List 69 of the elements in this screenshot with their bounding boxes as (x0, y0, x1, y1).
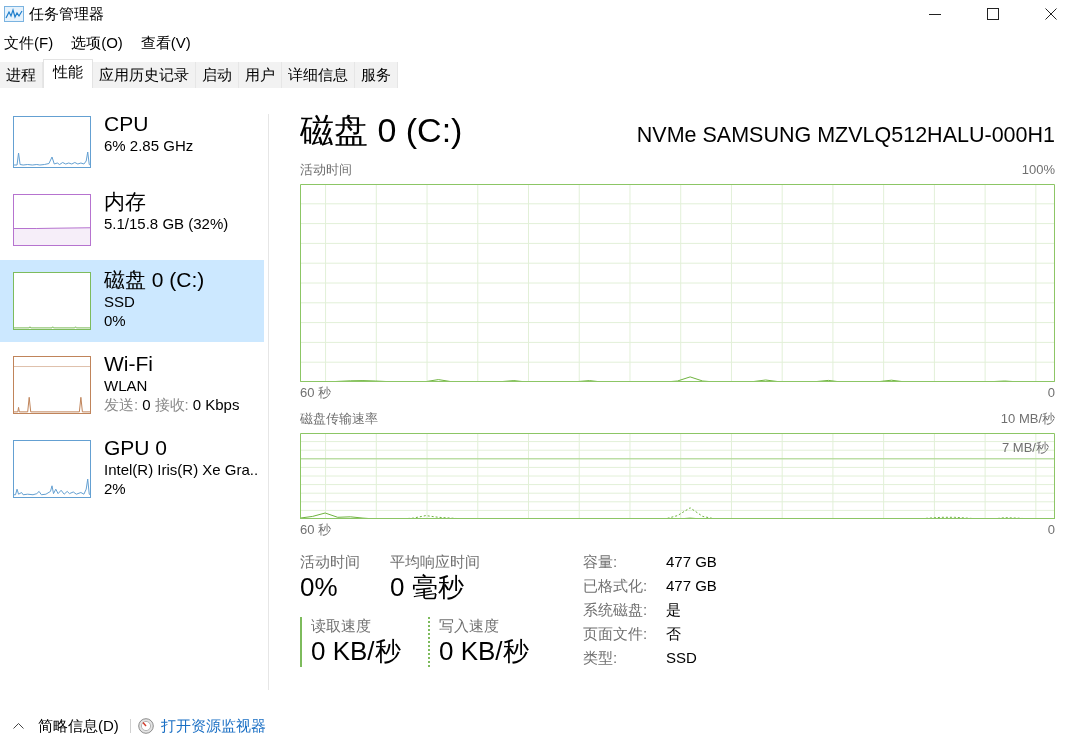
sidebar-item[interactable]: GPU 0 Intel(R) Iris(R) Xe Gra.. 2% (0, 428, 264, 510)
item-detail: 6% 2.85 GHz (104, 136, 194, 155)
menu-item[interactable]: 查看(V) (136, 31, 195, 55)
property-value: 是 (666, 600, 682, 620)
property-label: 页面文件: (583, 624, 649, 644)
property-label: 已格式化: (583, 576, 649, 596)
chevron-up-icon (13, 723, 24, 729)
item-title: CPU (104, 111, 150, 136)
tab[interactable]: 用户 (239, 62, 282, 88)
disk-title: 磁盘 0 (C:) (300, 110, 463, 151)
property-value: 477 GB (666, 576, 717, 596)
item-title: Wi-Fi (104, 351, 154, 376)
item-detail: 5.1/15.8 GB (32%) (104, 214, 229, 233)
time-label: 0 (1047, 522, 1055, 538)
property-value: 否 (666, 624, 682, 644)
tab[interactable]: 服务 (355, 62, 398, 88)
time-label: 0 (1047, 385, 1055, 401)
stat-value: 0 毫秒 (390, 571, 465, 603)
scale-label: 7 MB/秒 (1002, 439, 1049, 456)
stat-label: 活动时间 (300, 553, 361, 571)
speed-label: 读取速度 (311, 617, 372, 635)
tab[interactable]: 应用历史记录 (93, 62, 196, 88)
rate-value: 0 Kbps (192, 395, 240, 414)
close-icon (1045, 8, 1057, 20)
sidebar-item[interactable]: 磁盘 0 (C:) SSD 0% (0, 260, 264, 342)
time-label: 60 秒 (300, 385, 332, 401)
tab[interactable]: 性能 (43, 59, 93, 88)
tab[interactable]: 进程 (0, 62, 43, 88)
item-detail: Intel(R) Iris(R) Xe Gra.. (104, 460, 259, 479)
item-detail: 2% (104, 479, 127, 498)
item-detail: 0% (104, 311, 127, 330)
property-label: 类型: (583, 648, 619, 668)
scale-label: 100% (1021, 161, 1055, 179)
chart-icon (4, 6, 24, 22)
sidebar-item[interactable]: CPU 6% 2.85 GHz (0, 104, 264, 180)
time-label: 60 秒 (300, 522, 332, 538)
window-title: 任务管理器 (29, 4, 104, 24)
stat-label: 平均响应时间 (390, 553, 480, 571)
rate-label: 接收: (154, 395, 189, 414)
property-label: 容量: (583, 552, 619, 572)
tab[interactable]: 启动 (196, 62, 239, 88)
sidebar-item[interactable]: 内存 5.1/15.8 GB (32%) (0, 182, 264, 258)
resource-monitor-link[interactable]: 打开资源监视器 (137, 716, 266, 736)
minimize-icon (929, 13, 941, 15)
graph-title: 磁盘传输速率 (300, 410, 378, 428)
menu-item[interactable]: 选项(O) (67, 31, 127, 55)
disk-model: NVMe SAMSUNG MZVLQ512HALU-000H1 (636, 123, 1055, 148)
speed-label: 写入速度 (439, 617, 500, 635)
property-value: 477 GB (666, 552, 717, 572)
property-label: 系统磁盘: (583, 600, 649, 620)
fewer-details-button[interactable]: 简略信息(D) (13, 716, 119, 736)
stat-value: 0% (300, 571, 339, 603)
rate-value: 0 (142, 395, 151, 414)
sidebar-item[interactable]: Wi-Fi WLAN 发送: 0 接收: 0 Kbps (0, 344, 264, 426)
scale-label: 10 MB/秒 (1000, 410, 1055, 428)
speed-value: 0 KB/秒 (311, 635, 402, 667)
item-title: 内存 (104, 189, 147, 214)
menu-item[interactable]: 文件(F) (0, 31, 58, 55)
item-detail: SSD (104, 292, 136, 311)
property-value: SSD (666, 648, 698, 668)
item-detail: WLAN (104, 376, 149, 395)
tab[interactable]: 详细信息 (282, 62, 355, 88)
maximize-icon (987, 8, 999, 20)
speed-value: 0 KB/秒 (439, 635, 530, 667)
gauge-icon (137, 718, 154, 734)
graph-title: 活动时间 (300, 161, 352, 179)
item-title: 磁盘 0 (C:) (104, 267, 205, 292)
rate-label: 发送: (104, 395, 139, 414)
item-title: GPU 0 (104, 435, 169, 460)
